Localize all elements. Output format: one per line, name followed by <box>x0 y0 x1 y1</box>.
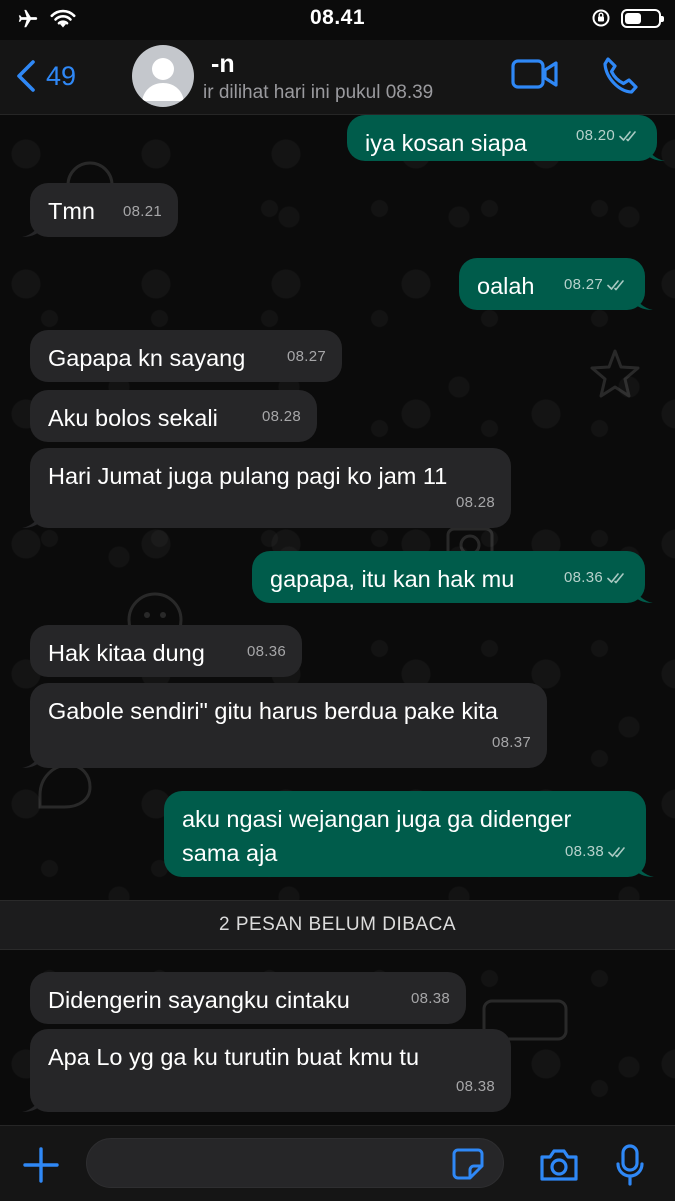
outgoing-message-bubble[interactable]: gapapa, itu kan hak mu 08.36 <box>252 551 653 603</box>
chat-area[interactable]: 2 PESAN BELUM DIBACA iya kosan siapa 08.2… <box>0 115 675 1125</box>
video-camera-icon <box>511 59 558 89</box>
message-time-text: 08.36 <box>246 643 286 660</box>
microphone-icon <box>616 1144 644 1186</box>
read-receipt-icon <box>608 847 625 858</box>
message-timestamp: 08.20 <box>576 119 641 153</box>
wallpaper-doodle-icon <box>590 349 640 398</box>
message-text: Hari Jumat juga pulang pagi ko jam 11 <box>48 463 448 489</box>
plus-icon <box>23 1147 59 1183</box>
outgoing-message-bubble[interactable]: oalah 08.27 <box>459 258 653 310</box>
bubble-tail <box>22 221 40 237</box>
message-text: Gapapa kn sayang <box>48 345 246 371</box>
contact-name[interactable]: -n <box>211 50 235 79</box>
status-bar: 08.41 <box>0 0 675 40</box>
message-time-text: 08.27 <box>286 348 326 365</box>
message-time-text: 08.38 <box>455 1078 495 1095</box>
read-receipt-icon <box>607 573 624 584</box>
outgoing-message-bubble[interactable]: aku ngasi wejangan juga ga didenger sama… <box>164 791 654 877</box>
incoming-message-bubble[interactable]: Hari Jumat juga pulang pagi ko jam 11 08.… <box>22 448 511 528</box>
message-text: Gabole sendiri" gitu harus berdua pake k… <box>48 698 498 724</box>
message-text: Apa Lo yg ga ku turutin buat kmu tu <box>48 1044 420 1070</box>
phone-icon <box>603 57 638 94</box>
outgoing-message-bubble[interactable]: iya kosan siapa 08.20 <box>347 115 665 161</box>
message-input[interactable] <box>86 1138 504 1188</box>
bubble-tail <box>22 512 40 528</box>
message-timestamp: 08.27 <box>564 268 629 302</box>
incoming-message-bubble[interactable]: Gabole sendiri" gitu harus berdua pake k… <box>22 683 547 768</box>
battery-level <box>625 12 641 24</box>
incoming-message-bubble[interactable]: Didengerin sayangku cintaku 08.38 <box>30 972 466 1024</box>
incoming-message-bubble[interactable]: Gapapa kn sayang 08.27 <box>30 330 342 382</box>
read-receipt-icon <box>619 131 636 142</box>
message-time-text: 08.38 <box>410 990 450 1007</box>
default-avatar-icon <box>142 58 184 101</box>
battery-icon <box>621 8 664 28</box>
sticker-icon <box>452 1148 484 1180</box>
orientation-lock-icon <box>592 9 610 27</box>
video-call-button[interactable] <box>511 56 559 97</box>
camera-icon <box>540 1149 578 1181</box>
message-timestamp: 08.38 <box>456 1070 495 1104</box>
message-timestamp: 08.38 <box>565 835 630 869</box>
voice-note-button[interactable] <box>615 1144 645 1191</box>
message-time-text: 08.37 <box>491 734 531 751</box>
message-timestamp: 08.28 <box>456 486 495 520</box>
unread-chats-count: 49 <box>46 60 77 91</box>
status-right <box>591 8 664 28</box>
bubble-tail <box>22 1096 40 1112</box>
bubble-tail <box>22 752 40 768</box>
incoming-message-bubble[interactable]: Aku bolos sekali 08.28 <box>30 390 317 442</box>
attach-button[interactable] <box>22 1146 60 1189</box>
chevron-left-icon <box>17 60 35 92</box>
message-timestamp: 08.27 <box>287 340 326 374</box>
incoming-message-bubble[interactable]: Tmn 08.21 <box>22 183 178 237</box>
sticker-button[interactable] <box>451 1147 485 1186</box>
bubble-tail <box>635 294 653 310</box>
message-timestamp: 08.28 <box>262 400 301 434</box>
message-time-text: 08.28 <box>455 494 495 511</box>
message-timestamp: 08.37 <box>492 726 531 760</box>
message-time-text: 08.36 <box>563 569 603 586</box>
back-button[interactable]: 49 <box>14 54 76 98</box>
message-timestamp: 08.38 <box>411 982 450 1016</box>
message-time-text: 08.27 <box>563 276 603 293</box>
voice-call-button[interactable] <box>599 56 641 103</box>
bubble-tail <box>635 587 653 603</box>
message-input-bar <box>0 1125 675 1201</box>
message-timestamp: 08.36 <box>564 561 629 595</box>
message-text: Didengerin sayangku cintaku <box>48 987 350 1013</box>
unread-messages-banner: 2 PESAN BELUM DIBACA <box>0 900 675 950</box>
read-receipt-icon <box>607 280 624 291</box>
camera-button[interactable] <box>538 1147 580 1188</box>
message-time-text: 08.20 <box>575 127 615 144</box>
chat-header: 49 -n ir dilihat hari ini pukul 08.39 <box>0 40 675 115</box>
message-time-text: 08.21 <box>122 203 162 220</box>
message-text: aku ngasi wejangan juga ga didenger sama… <box>182 806 572 866</box>
status-time: 08.41 <box>309 6 366 29</box>
last-seen-status: ir dilihat hari ini pukul 08.39 <box>203 82 434 103</box>
message-time-text: 08.28 <box>261 408 301 425</box>
incoming-message-bubble[interactable]: Hak kitaa dung 08.36 <box>30 625 302 677</box>
contact-avatar[interactable] <box>132 45 194 107</box>
message-time-text: 08.38 <box>564 843 604 860</box>
bubble-tail <box>647 145 665 161</box>
bubble-tail <box>636 861 654 877</box>
incoming-message-bubble[interactable]: Apa Lo yg ga ku turutin buat kmu tu 08.38 <box>22 1029 511 1112</box>
message-timestamp: 08.21 <box>123 195 162 229</box>
message-timestamp: 08.36 <box>247 635 286 669</box>
